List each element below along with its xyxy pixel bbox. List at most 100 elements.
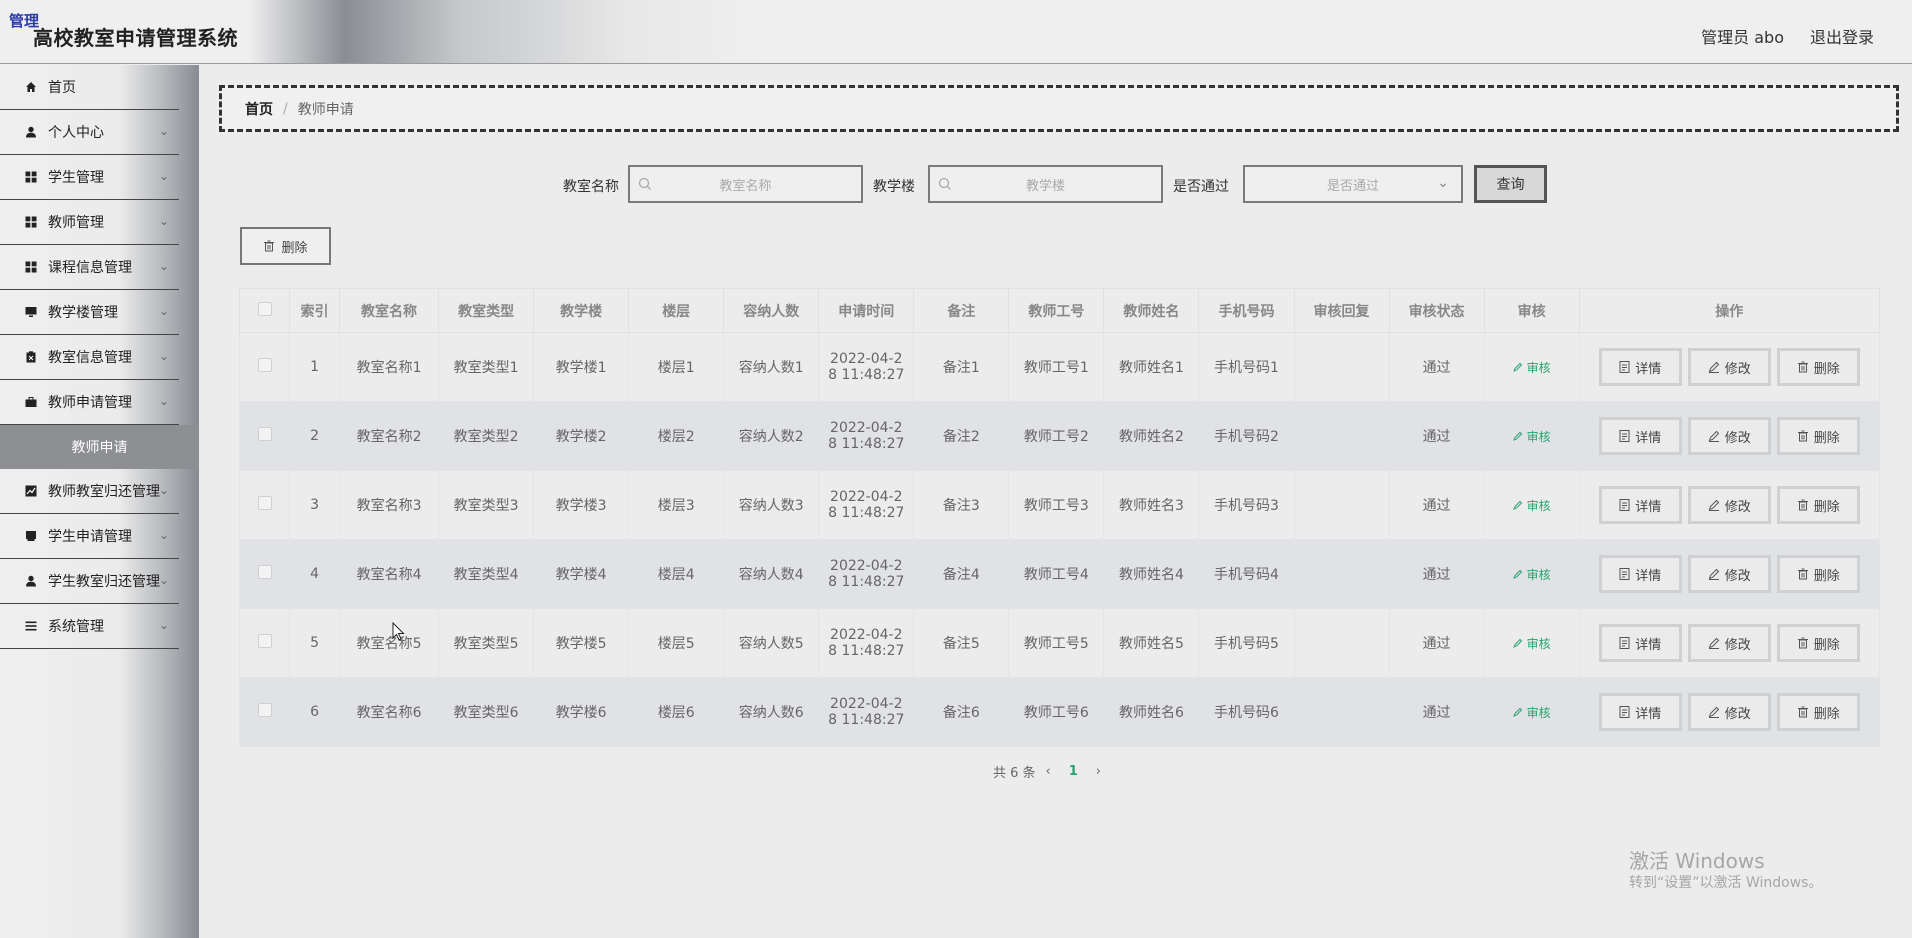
sidebar-item[interactable]: 学生教室归还管理 ⌄ [0, 559, 179, 604]
delete-button[interactable]: 删除 [1776, 417, 1860, 455]
sidebar-item[interactable]: 课程信息管理 ⌄ [0, 245, 179, 290]
batch-delete-button[interactable]: 删除 [240, 227, 331, 265]
sidebar-item[interactable]: 教师教室归还管理 ⌄ [0, 469, 179, 514]
building-input[interactable]: 教学楼 [928, 165, 1163, 203]
column-header: 楼层 [628, 288, 725, 333]
delete-button[interactable]: 删除 [1776, 486, 1860, 524]
edit-button[interactable]: 修改 [1687, 486, 1771, 524]
cell-note: 备注2 [913, 401, 1010, 471]
delete-button[interactable]: 删除 [1776, 624, 1860, 662]
document-icon [1619, 637, 1630, 649]
audit-link[interactable]: 审核 [1512, 636, 1551, 651]
row-select-cell [238, 608, 291, 678]
audit-link[interactable]: 审核 [1512, 568, 1551, 582]
cell-time: 2022-04-2 8 11:48:27 [818, 608, 915, 678]
detail-label: 详情 [1635, 499, 1662, 515]
audit-link[interactable]: 审核 [1512, 361, 1551, 375]
page-number-1[interactable]: 1 [1069, 764, 1078, 779]
chevron-down-icon: ⌄ [158, 169, 169, 183]
detail-button[interactable]: 详情 [1598, 555, 1682, 593]
classroom-name-input[interactable]: 教室名称 [628, 165, 863, 203]
column-header: 审核回复 [1293, 288, 1390, 333]
query-button[interactable]: 查询 [1474, 165, 1547, 203]
sidebar-item[interactable]: 首页 [0, 65, 179, 110]
row-checkbox[interactable] [257, 496, 272, 510]
edit-button[interactable]: 修改 [1687, 555, 1771, 593]
cell-tname: 教师姓名3 [1103, 470, 1200, 540]
table-body: 1 教室名称1 教室类型1 教学楼1 楼层1 容纳人数1 2022-04-2 8 11:48:… [238, 332, 1881, 747]
sidebar-item[interactable]: 学生申请管理 ⌄ [0, 514, 179, 559]
edit-button[interactable]: 修改 [1687, 693, 1771, 731]
row-checkbox[interactable] [257, 427, 272, 441]
cell-note: 备注3 [913, 470, 1010, 540]
sidebar-subitem-teacher-application[interactable]: 教师申请 [0, 425, 199, 469]
audit-label: 审核 [1526, 429, 1551, 444]
audit-link[interactable]: 审核 [1512, 706, 1551, 720]
column-header: 备注 [913, 288, 1010, 333]
delete-button[interactable]: 删除 [1776, 693, 1860, 731]
audit-link[interactable]: 审核 [1512, 429, 1551, 444]
chevron-down-icon: ⌄ [158, 573, 169, 587]
sidebar-item[interactable]: 个人中心 ⌄ [0, 110, 179, 155]
row-checkbox[interactable] [257, 703, 272, 717]
audit-label: 审核 [1526, 636, 1551, 651]
row-checkbox[interactable] [257, 634, 272, 648]
sidebar-item[interactable]: 教师管理 ⌄ [0, 200, 179, 245]
prev-page-button[interactable]: ‹ [1046, 764, 1051, 779]
sidebar-item[interactable]: 教师申请管理 ⌄ [0, 380, 179, 425]
delete-label: 删除 [1813, 430, 1840, 446]
cell-cap: 容纳人数5 [723, 608, 820, 678]
sidebar-item[interactable]: 系统管理 ⌄ [0, 604, 179, 649]
detail-button[interactable]: 详情 [1598, 693, 1682, 731]
delete-label: 删除 [1813, 499, 1840, 515]
sidebar-item-label: 学生教室归还管理 [48, 574, 160, 590]
detail-button[interactable]: 详情 [1598, 624, 1682, 662]
column-header: 审核 [1483, 288, 1580, 333]
cell-tid: 教师工号3 [1008, 470, 1105, 540]
breadcrumb-separator: / [283, 100, 288, 117]
cell-cap: 容纳人数3 [723, 470, 820, 540]
time-date: 2022-04-2 [830, 627, 903, 643]
grid-icon [24, 170, 38, 184]
row-checkbox[interactable] [257, 358, 272, 372]
next-page-button[interactable]: › [1096, 764, 1101, 779]
batch-delete-label: 删除 [281, 240, 308, 256]
edit-label: 修改 [1724, 361, 1751, 377]
pen-icon [1512, 361, 1527, 375]
audit-link[interactable]: 审核 [1512, 499, 1551, 513]
delete-button[interactable]: 删除 [1776, 555, 1860, 593]
column-header: 教师工号 [1008, 288, 1105, 333]
breadcrumb-home[interactable]: 首页 [245, 99, 273, 119]
sidebar-item[interactable]: 教室信息管理 ⌄ [0, 335, 179, 380]
delete-button[interactable]: 删除 [1776, 348, 1860, 386]
cell-idx: 4 [289, 539, 341, 609]
sidebar-item-label: 个人中心 [48, 125, 104, 141]
sidebar-item[interactable]: 教学楼管理 ⌄ [0, 290, 179, 335]
detail-label: 详情 [1635, 430, 1662, 446]
edit-button[interactable]: 修改 [1687, 417, 1771, 455]
chevron-down-icon: ⌄ [158, 618, 169, 632]
column-header: 审核状态 [1388, 288, 1485, 333]
row-checkbox[interactable] [257, 565, 272, 579]
detail-button[interactable]: 详情 [1598, 486, 1682, 524]
cell-actions: 详情 修改 删除 [1578, 677, 1881, 747]
cell-tname: 教师姓名6 [1103, 677, 1200, 747]
logout-button[interactable]: 退出登录 [1810, 24, 1874, 48]
edit-button[interactable]: 修改 [1687, 624, 1771, 662]
column-header: 教室类型 [438, 288, 535, 333]
sidebar-item-label: 教学楼管理 [48, 305, 118, 321]
column-header: 教师姓名 [1103, 288, 1200, 333]
pass-select[interactable]: 是否通过 ⌄ [1243, 165, 1463, 203]
column-header: 教学楼 [533, 288, 630, 333]
detail-button[interactable]: 详情 [1598, 348, 1682, 386]
sidebar-item-label: 学生申请管理 [48, 529, 132, 545]
edit-icon [1708, 706, 1720, 718]
chevron-down-icon: ⌄ [158, 394, 169, 408]
detail-button[interactable]: 详情 [1598, 417, 1682, 455]
row-select-cell [238, 470, 291, 540]
sidebar-item[interactable]: 学生管理 ⌄ [0, 155, 179, 200]
edit-label: 修改 [1724, 706, 1751, 722]
edit-button[interactable]: 修改 [1687, 348, 1771, 386]
select-all-cell [238, 288, 291, 333]
select-all-checkbox[interactable] [257, 301, 272, 316]
